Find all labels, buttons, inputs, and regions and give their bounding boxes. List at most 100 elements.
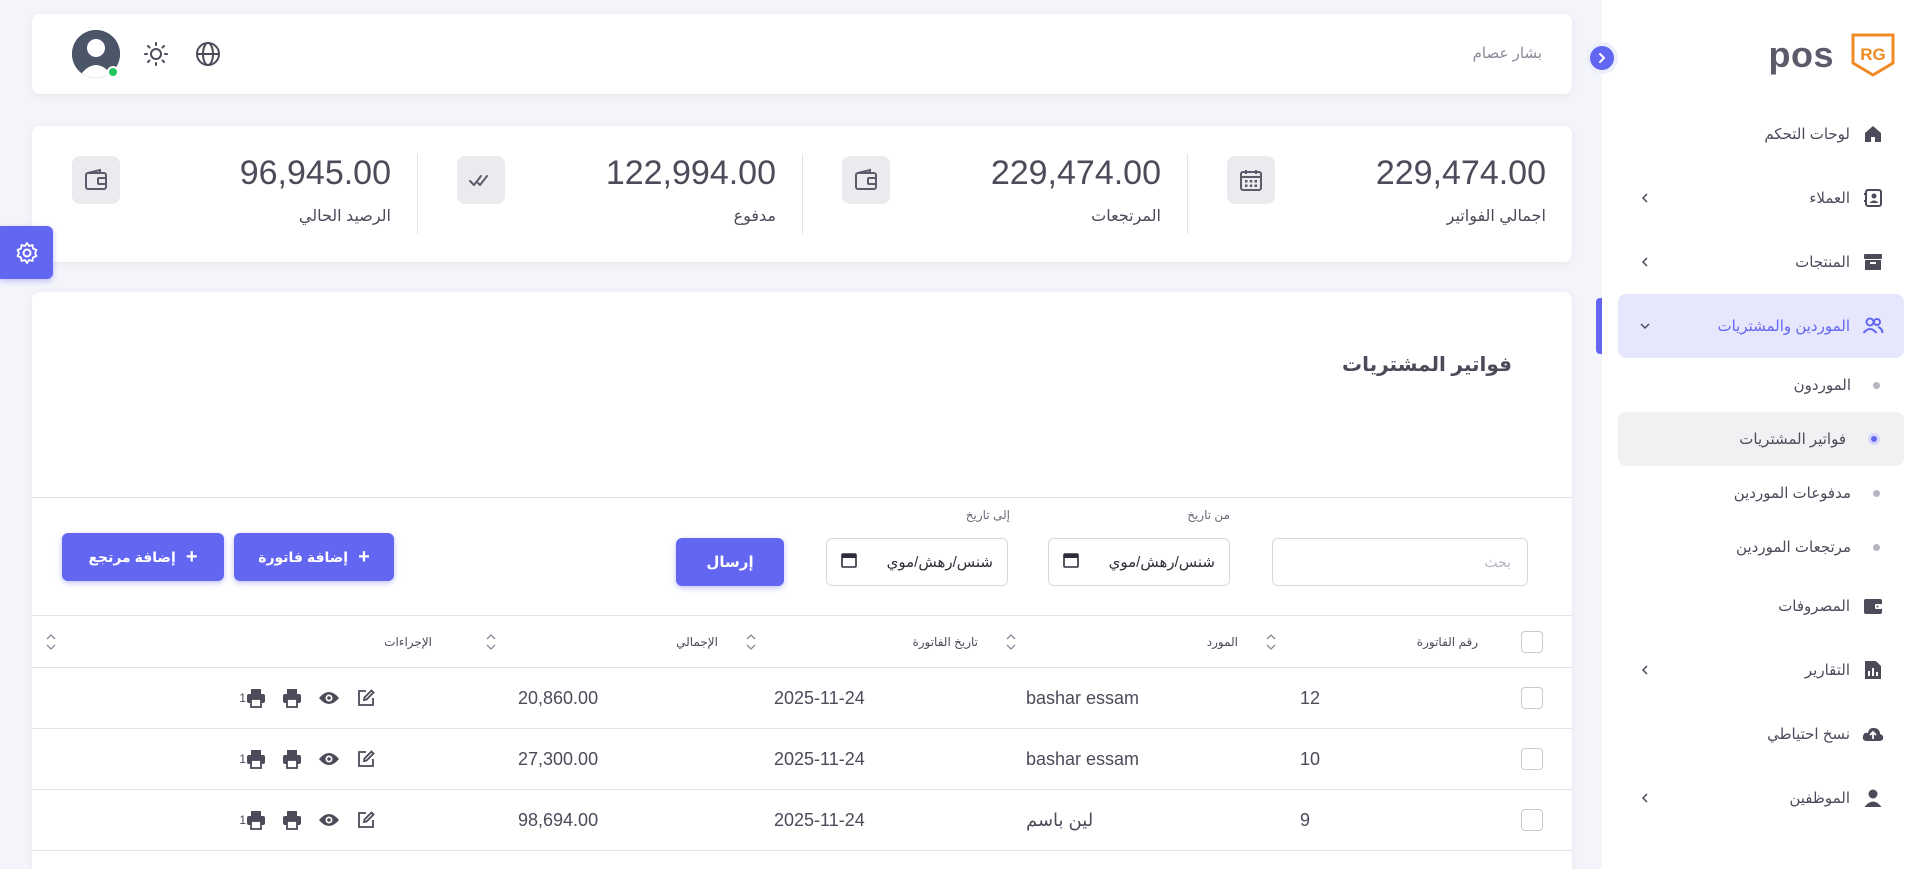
add-return-button[interactable]: + إضافة مرتجع [62, 533, 224, 581]
sidebar-item-reports[interactable]: التقارير [1618, 638, 1904, 702]
print-icon[interactable] [282, 810, 302, 830]
invoice-date: 2025-11-24 [774, 748, 865, 769]
invoice-total: 27,300.00 [518, 748, 599, 769]
double-check-icon [457, 156, 505, 204]
sidebar-item-employees[interactable]: الموظفين [1618, 766, 1904, 830]
sidebar-item-backup[interactable]: نسخ احتياطي [1618, 702, 1904, 766]
add-invoice-button[interactable]: + إضافة فاتورة [234, 533, 394, 581]
row-select-cell [1492, 790, 1572, 851]
sidebar-item-label: نسخ احتياطي [1767, 726, 1850, 743]
sort-icon[interactable] [486, 633, 496, 651]
brand[interactable]: RG pos [1768, 32, 1896, 78]
column-label: الإجراءات [384, 634, 432, 649]
edit-icon[interactable] [356, 810, 376, 830]
sidebar-item-label: المنتجات [1795, 254, 1850, 271]
edit-icon[interactable] [356, 688, 376, 708]
table-row[interactable]: 12 bashar essam 2025-11-24 20,860.00 1 [32, 668, 1572, 729]
sidebar-item-products[interactable]: المنتجات [1618, 230, 1904, 294]
column-header-date[interactable]: تاريخ الفاتورة [732, 616, 992, 668]
sidebar-collapse-button[interactable] [1586, 42, 1618, 74]
theme-toggle-icon[interactable] [142, 40, 170, 68]
print-icon[interactable] [282, 688, 302, 708]
print-receipt-icon[interactable]: 1 [239, 749, 266, 769]
edit-icon[interactable] [356, 749, 376, 769]
invoices-table-wrap: رقم الفاتورة المورد تاريخ الفاتورة الإجم… [32, 615, 1572, 851]
active-indicator [1596, 298, 1602, 354]
wallet-icon [1862, 595, 1884, 617]
sidebar-subitem-purchase-invoices[interactable]: فواتير المشتريات [1618, 412, 1904, 466]
row-select-cell [1492, 668, 1572, 729]
row-checkbox[interactable] [1521, 687, 1543, 710]
sort-icon[interactable] [1266, 633, 1276, 651]
table-row[interactable]: 9 لين باسم 2025-11-24 98,694.00 1 [32, 790, 1572, 851]
page-title: فواتير المشتريات [1341, 354, 1512, 376]
sort-icon[interactable] [1006, 633, 1016, 651]
plus-icon: + [185, 546, 198, 568]
column-header-total[interactable]: الإجمالي [472, 616, 732, 668]
sidebar-subitem-label: مرتجعات الموردين [1736, 539, 1851, 556]
chevron-right-icon [1599, 53, 1606, 63]
sidebar-subitem-supplier-payments[interactable]: مدفوعات الموردين [1618, 466, 1904, 520]
chevron-left-icon [1638, 255, 1652, 269]
sidebar-subitem-suppliers[interactable]: الموردون [1618, 358, 1904, 412]
wallet-icon [842, 156, 890, 204]
stat-value: 229,474.00 [990, 154, 1161, 192]
sidebar-item-label: الموظفين [1789, 790, 1850, 807]
cloud-upload-icon [1862, 723, 1884, 745]
sidebar-item-label: العملاء [1809, 190, 1850, 207]
print-badge: 1 [239, 752, 246, 766]
row-actions: 1 [32, 790, 472, 851]
sidebar-item-expenses[interactable]: المصروفات [1618, 574, 1904, 638]
row-checkbox[interactable] [1521, 748, 1543, 771]
row-actions: 1 [32, 668, 472, 729]
globe-icon[interactable] [194, 40, 222, 68]
to-date-field[interactable]: ﺷﻨﺲ/ﺭﻫﺶ/ﻣﻮﻱ [826, 538, 1008, 586]
invoice-number: 12 [1300, 687, 1321, 708]
print-receipt-icon[interactable]: 1 [239, 810, 266, 830]
column-header-number[interactable]: رقم الفاتورة [1252, 616, 1492, 668]
add-invoice-label: إضافة فاتورة [258, 548, 349, 565]
plus-icon: + [358, 546, 370, 568]
invoice-number: 10 [1300, 748, 1321, 769]
chevron-left-icon [1638, 191, 1652, 205]
sort-icon[interactable] [746, 633, 756, 651]
print-icon[interactable] [282, 749, 302, 769]
table-header-row: رقم الفاتورة المورد تاريخ الفاتورة الإجم… [32, 615, 1572, 668]
column-header-supplier[interactable]: المورد [992, 616, 1252, 668]
select-all-cell [1492, 616, 1572, 668]
row-checkbox[interactable] [1521, 809, 1543, 832]
sidebar-item-suppliers-purchases[interactable]: الموردين والمشتريات [1618, 294, 1904, 358]
sidebar-subitem-supplier-returns[interactable]: مرتجعات الموردين [1618, 520, 1904, 574]
view-icon[interactable] [318, 751, 340, 767]
row-actions: 1 [32, 729, 472, 790]
table-row[interactable]: 10 bashar essam 2025-11-24 27,300.00 1 [32, 729, 1572, 790]
calendar-icon[interactable] [841, 552, 857, 573]
view-icon[interactable] [318, 690, 340, 706]
sidebar-nav: لوحات التحكم العملاء المنتجات الموردين و… [1618, 102, 1904, 830]
calendar-icon[interactable] [1063, 552, 1079, 573]
brand-name: pos [1768, 34, 1834, 75]
column-header-actions[interactable]: الإجراءات [32, 616, 472, 668]
bullet-icon [1873, 489, 1880, 497]
stat-total-invoices: 229,474.00 اجمالي الفواتير [1187, 126, 1572, 262]
supplier-name: bashar essam [1026, 687, 1140, 708]
search-input[interactable] [1272, 538, 1528, 586]
from-date-label: من تاريخ [1187, 508, 1230, 522]
stat-value: 96,945.00 [239, 154, 391, 192]
from-date-field[interactable]: ﺷﻨﺲ/ﺭﻫﺶ/ﻣﻮﻱ [1048, 538, 1230, 586]
send-button[interactable]: إرسال [676, 538, 784, 586]
view-icon[interactable] [318, 812, 340, 828]
column-label: رقم الفاتورة [1416, 634, 1478, 649]
sort-icon[interactable] [46, 633, 56, 651]
sidebar-item-dashboard[interactable]: لوحات التحكم [1618, 102, 1904, 166]
settings-button[interactable] [0, 226, 53, 279]
sidebar-item-label: الموردين والمشتريات [1717, 318, 1850, 335]
stat-divider [802, 154, 803, 234]
sidebar-item-customers[interactable]: العملاء [1618, 166, 1904, 230]
invoices-table: رقم الفاتورة المورد تاريخ الفاتورة الإجم… [32, 615, 1572, 851]
top-bar: بشار عصام [32, 14, 1572, 94]
select-all-checkbox[interactable] [1521, 630, 1543, 653]
print-receipt-icon[interactable]: 1 [239, 688, 266, 708]
archive-icon [1862, 251, 1884, 273]
sidebar-subitem-label: مدفوعات الموردين [1733, 485, 1851, 502]
